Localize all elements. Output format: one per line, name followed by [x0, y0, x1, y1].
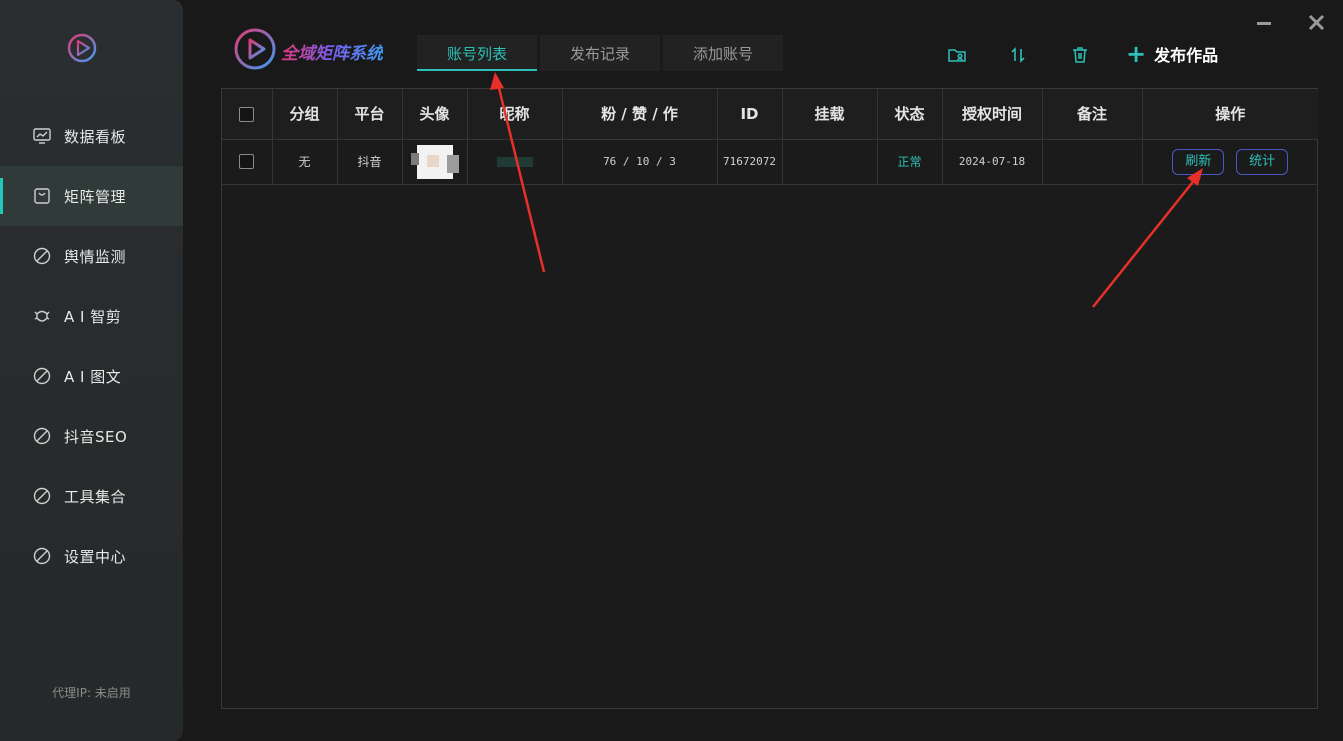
brand: 全域矩阵系统	[233, 27, 383, 75]
tab-publish-records[interactable]: 发布记录	[540, 35, 660, 71]
publish-label: 发布作品	[1154, 46, 1219, 65]
column-header: 昵称	[467, 89, 563, 140]
actions-cell: 刷新 统计	[1142, 139, 1318, 184]
publish-button[interactable]: + 发布作品	[1126, 42, 1218, 66]
row-select-cell	[222, 139, 273, 184]
row-checkbox[interactable]	[239, 154, 255, 169]
column-header: 操作	[1142, 89, 1318, 140]
stats-button[interactable]: 统计	[1236, 148, 1289, 175]
plus-icon: +	[1126, 40, 1147, 68]
sidebar-item-label: 矩阵管理	[64, 187, 127, 206]
sidebar: 数据看板 矩阵管理 舆情监测 A I 智剪 A I 图文 抖音SEO 工具集合 …	[0, 0, 183, 741]
column-header: 粉 / 赞 / 作	[562, 89, 718, 140]
prohibited-icon	[32, 486, 52, 506]
nickname-cell	[467, 139, 563, 184]
column-header: 授权时间	[942, 89, 1043, 140]
trash-icon[interactable]	[1069, 44, 1091, 66]
tab-account-list[interactable]: 账号列表	[417, 35, 537, 71]
note-cell	[1042, 139, 1143, 184]
prohibited-icon	[32, 426, 52, 446]
column-header: 状态	[877, 89, 943, 140]
column-header: 备注	[1042, 89, 1143, 140]
column-header: 分组	[272, 89, 338, 140]
table-row: 无 抖音 76 / 10 / 3 71672072 正常 2024-07-18 …	[222, 139, 1318, 184]
sidebar-item-matrix[interactable]: 矩阵管理	[0, 166, 183, 226]
sidebar-item-settings[interactable]: 设置中心	[0, 526, 183, 586]
sidebar-item-sentiment[interactable]: 舆情监测	[0, 226, 183, 286]
app-logo-icon	[66, 32, 98, 64]
stats-cell: 76 / 10 / 3	[562, 139, 718, 184]
sidebar-item-ai-graphic[interactable]: A I 图文	[0, 346, 183, 406]
table-header: 分组 平台 头像 昵称 粉 / 赞 / 作 ID 挂载 状态 授权时间 备注 操…	[222, 89, 1318, 140]
sort-arrows-icon[interactable]	[1007, 44, 1029, 66]
shopping-bag-icon	[32, 186, 52, 206]
sidebar-item-label: 数据看板	[64, 127, 127, 146]
sidebar-item-ai-clip[interactable]: A I 智剪	[0, 286, 183, 346]
brand-logo-icon	[233, 27, 277, 75]
sidebar-item-label: A I 图文	[64, 367, 122, 386]
platform-cell: 抖音	[337, 139, 403, 184]
prohibited-icon	[32, 246, 52, 266]
brand-title: 全域矩阵系统	[281, 39, 383, 64]
nickname-redacted	[496, 157, 533, 167]
select-all-checkbox[interactable]	[239, 106, 255, 122]
folder-user-icon[interactable]	[946, 44, 968, 66]
column-header: ID	[717, 89, 783, 140]
column-header: 头像	[402, 89, 468, 140]
sidebar-item-label: 工具集合	[64, 487, 127, 506]
monitor-chart-icon	[32, 126, 52, 146]
sidebar-item-douyin-seo[interactable]: 抖音SEO	[0, 406, 183, 466]
sidebar-item-label: 舆情监测	[64, 247, 127, 266]
id-cell: 71672072	[717, 139, 783, 184]
close-icon[interactable]	[1306, 12, 1328, 34]
refresh-button[interactable]: 刷新	[1172, 148, 1225, 175]
sidebar-item-label: 设置中心	[64, 547, 127, 566]
mount-cell	[782, 139, 878, 184]
group-cell: 无	[272, 139, 338, 184]
prohibited-icon	[32, 366, 52, 386]
auth-time-cell: 2024-07-18	[942, 139, 1043, 184]
prohibited-icon	[32, 546, 52, 566]
status-cell: 正常	[877, 139, 943, 184]
column-header: 挂载	[782, 89, 878, 140]
minimize-icon[interactable]	[1254, 12, 1276, 34]
bug-icon	[32, 306, 52, 326]
sidebar-item-label: 抖音SEO	[64, 427, 128, 446]
tab-add-account[interactable]: 添加账号	[663, 35, 783, 71]
column-header: 平台	[337, 89, 403, 140]
avatar	[410, 144, 459, 179]
sidebar-item-label: A I 智剪	[64, 307, 122, 326]
avatar-cell	[402, 139, 468, 184]
select-all-cell	[222, 89, 273, 140]
proxy-status: 代理IP: 未启用	[52, 686, 131, 700]
sidebar-item-dashboard[interactable]: 数据看板	[0, 106, 183, 166]
tab-bar: 账号列表 发布记录 添加账号	[417, 35, 786, 71]
sidebar-item-tools[interactable]: 工具集合	[0, 466, 183, 526]
account-table: 分组 平台 头像 昵称 粉 / 赞 / 作 ID 挂载 状态 授权时间 备注 操…	[221, 88, 1318, 709]
